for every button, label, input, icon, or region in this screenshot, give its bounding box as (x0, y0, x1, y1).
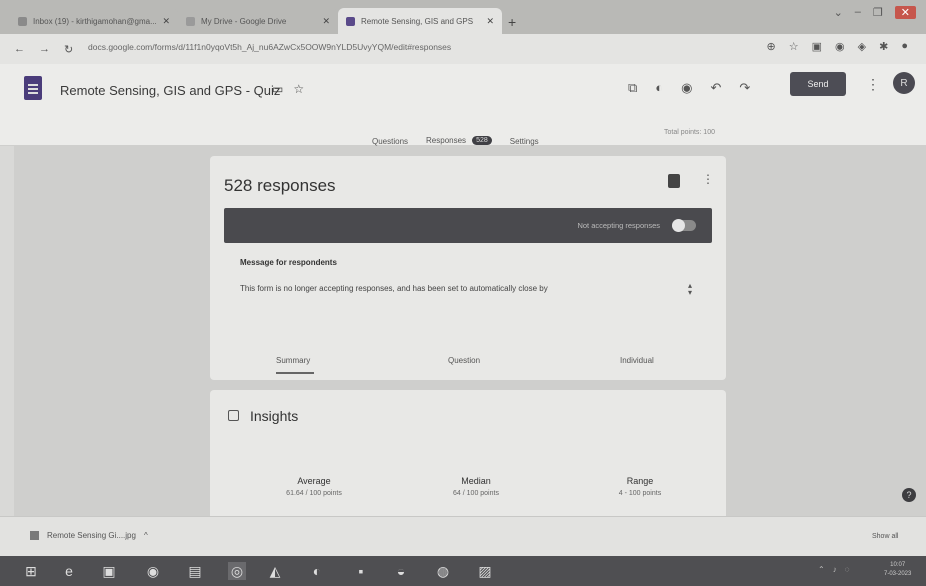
extension-icon[interactable]: ◉ (835, 40, 845, 53)
folder-icon[interactable]: ▭ (272, 82, 283, 96)
responses-card: 528 responses ⋮ Not accepting responses … (210, 156, 726, 380)
tab-drive[interactable]: My Drive - Google Drive ✕ (178, 8, 338, 34)
address-bar: ← → ↻ docs.google.com/forms/d/11f1n0yqoV… (0, 34, 926, 64)
stat-range: Range 4 - 100 points (580, 476, 700, 497)
app-icon[interactable]: ▨ (476, 562, 494, 580)
translate-icon[interactable]: ⊕ (767, 40, 776, 53)
help-icon[interactable]: ? (902, 488, 916, 502)
more-vert-icon[interactable]: ⋮ (702, 172, 714, 186)
image-file-icon (30, 531, 39, 540)
tray-chevron-icon[interactable]: ⌃ (818, 565, 825, 574)
store-icon[interactable]: ▣ (100, 562, 118, 580)
stat-average: Average 61.64 / 100 points (254, 476, 374, 497)
extension-icon[interactable]: ▣ (812, 40, 822, 53)
download-bar: Remote Sensing Gi....jpg ^ Show all (0, 516, 926, 556)
tab-responses-label: Responses (426, 136, 467, 145)
message-label: Message for respondents (240, 258, 337, 267)
stat-label: Average (297, 476, 331, 486)
accepting-responses-toggle[interactable] (672, 219, 696, 232)
stat-value: 64 / 100 points (453, 490, 499, 497)
tab-gmail[interactable]: Inbox (19) - kirthigamohan@gma... ✕ (10, 8, 178, 34)
url-field[interactable]: docs.google.com/forms/d/11f1n0yqoVt5h_Aj… (88, 42, 451, 52)
app-icon[interactable]: ◒ (392, 562, 410, 580)
reload-icon[interactable]: ↻ (64, 43, 73, 56)
new-tab-button[interactable]: + (508, 14, 516, 30)
accepting-responses-label: Not accepting responses (577, 221, 660, 230)
edge-icon[interactable]: e (60, 562, 78, 580)
forms-icon (346, 16, 355, 26)
extension-icon[interactable]: ◈ (858, 40, 866, 53)
close-icon[interactable]: ✕ (486, 16, 494, 27)
restore-icon[interactable]: ❐ (873, 6, 883, 19)
more-vert-icon[interactable]: ⋮ (866, 76, 880, 93)
accepting-responses-bar: Not accepting responses (224, 208, 712, 243)
stat-median: Median 64 / 100 points (416, 476, 536, 497)
clock-time: 10:07 (890, 562, 906, 568)
stat-value: 4 - 100 points (618, 490, 662, 497)
responses-count-title: 528 responses (224, 176, 336, 195)
app-icon[interactable]: ▪ (352, 562, 370, 580)
insights-card: Insights Average 61.64 / 100 points Medi… (210, 390, 726, 516)
profile-icon[interactable]: ● (901, 40, 908, 53)
puzzle-icon[interactable]: ✱ (879, 40, 888, 53)
preview-eye-icon[interactable]: ◉ (681, 80, 692, 96)
forms-logo-icon[interactable] (24, 76, 42, 100)
back-icon[interactable]: ← (14, 43, 25, 55)
message-text-field[interactable]: This form is no longer accepting respons… (240, 284, 548, 293)
app-icon[interactable]: ◭ (266, 562, 284, 580)
tab-label: Remote Sensing, GIS and GPS (361, 16, 474, 26)
bookmark-star-icon[interactable]: ☆ (789, 40, 799, 53)
chevron-up-icon[interactable]: ^ (144, 531, 148, 540)
close-icon[interactable]: ✕ (162, 16, 170, 27)
stat-label: Range (626, 476, 654, 486)
app-icon[interactable]: ◍ (434, 562, 452, 580)
star-icon[interactable]: ☆ (293, 82, 304, 96)
windows-start-icon[interactable]: ⊞ (22, 562, 40, 580)
responses-count-badge: 528 (472, 136, 492, 145)
sheets-link-icon[interactable] (668, 174, 680, 188)
stat-value: 61.64 / 100 points (286, 490, 342, 497)
forms-header: Remote Sensing, GIS and GPS - Quiz ▭ ☆ ⧉… (0, 64, 926, 153)
tab-forms[interactable]: Remote Sensing, GIS and GPS ✕ (338, 8, 502, 34)
window-controls: ⌄ – ❐ ✕ (834, 6, 916, 19)
file-explorer-icon[interactable]: ▤ (186, 562, 204, 580)
gmail-icon (18, 16, 27, 26)
clock[interactable]: 10:07 7-03-2023 (884, 561, 911, 579)
drive-icon (186, 16, 195, 26)
forward-icon[interactable]: → (39, 43, 50, 55)
browser-tab-strip: Inbox (19) - kirthigamohan@gma... ✕ My D… (0, 0, 926, 34)
tab-label: Inbox (19) - kirthigamohan@gma... (33, 16, 157, 26)
stat-label: Median (461, 476, 491, 486)
redo-icon[interactable]: ↷ (739, 80, 750, 96)
insights-icon (228, 410, 239, 421)
addon-icon[interactable]: ⧉ (628, 80, 637, 96)
send-button[interactable]: Send (790, 72, 846, 96)
taskbar: ⊞ e ▣ ◉ ▤ ◎ ◭ ◐ ▪ ◒ ◍ ▨ ⌃ ♪ ◌ 10:07 7-03… (0, 556, 926, 586)
undo-icon[interactable]: ↶ (711, 80, 722, 96)
chrome-icon[interactable]: ◎ (228, 562, 246, 580)
close-window-icon[interactable]: ✕ (894, 6, 916, 19)
download-filename: Remote Sensing Gi....jpg (47, 531, 136, 540)
tab-label: My Drive - Google Drive (201, 16, 287, 26)
volume-icon[interactable]: ♪ (833, 565, 837, 574)
palette-icon[interactable]: ◐ (655, 80, 663, 96)
show-all-button[interactable]: Show all (872, 533, 898, 540)
tab-summary[interactable]: Summary (276, 356, 315, 374)
clock-date: 7-03-2023 (884, 571, 912, 577)
app-icon[interactable]: ◐ (308, 562, 326, 580)
download-item[interactable]: Remote Sensing Gi....jpg ^ (30, 531, 148, 540)
total-points: Total points: 100 (664, 129, 715, 136)
minimize-icon[interactable]: – (855, 6, 861, 19)
form-title[interactable]: Remote Sensing, GIS and GPS - Quiz (60, 83, 280, 98)
avatar[interactable]: R (893, 72, 915, 94)
close-icon[interactable]: ✕ (322, 16, 330, 27)
tab-question[interactable]: Question (448, 356, 480, 365)
insights-title: Insights (250, 408, 299, 424)
tab-individual[interactable]: Individual (620, 356, 654, 365)
chevron-down-icon[interactable]: ⌄ (834, 6, 843, 19)
resize-handle-icon[interactable]: ▴ ▾ (688, 282, 692, 297)
system-tray: ⌃ ♪ ◌ (818, 565, 849, 574)
app-icon[interactable]: ◉ (144, 562, 162, 580)
network-icon[interactable]: ◌ (845, 565, 850, 574)
